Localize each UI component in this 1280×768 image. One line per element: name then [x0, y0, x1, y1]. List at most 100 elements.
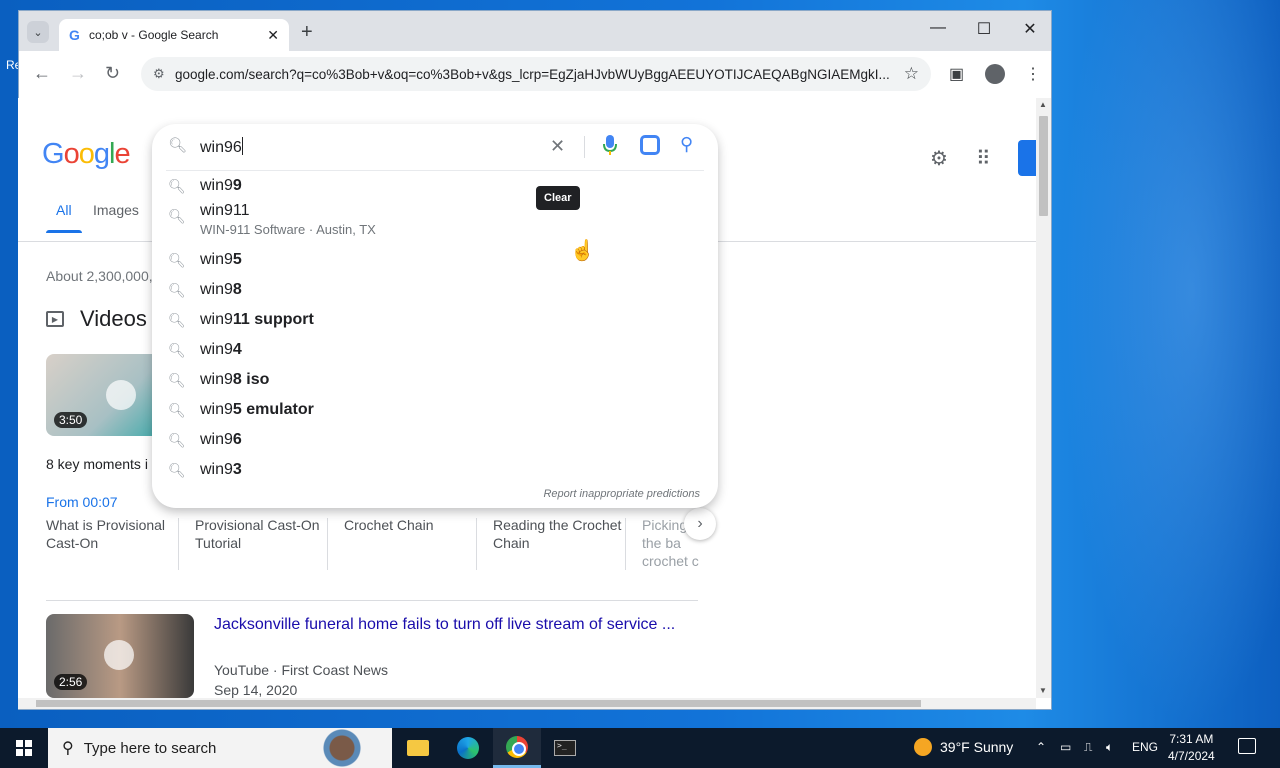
search-icon: 🔍︎: [168, 208, 186, 224]
suggestion-text: win95: [200, 251, 242, 269]
windows-taskbar: ⚲ Type here to search >_ 39°F Sunny ⌃ ▭ …: [0, 728, 1280, 768]
suggestion-item[interactable]: 🔍︎ win95 emulator: [152, 396, 718, 424]
search-icon: 🔍︎: [168, 137, 188, 154]
search-icon: 🔍︎: [168, 432, 186, 448]
video-play-icon: ▶: [46, 311, 64, 327]
videos-heading: Videos: [80, 306, 147, 331]
suggestion-prefix: win9: [200, 371, 233, 388]
suggestion-prefix: win9: [200, 281, 233, 298]
windows-logo-icon: [16, 740, 32, 756]
logo-letter: o: [78, 138, 95, 170]
suggestion-text: win99: [200, 177, 242, 195]
youtube-thumbnail[interactable]: 2:56: [46, 614, 194, 698]
key-moments-label[interactable]: 8 key moments i: [46, 456, 148, 472]
suggestion-text: win94: [200, 341, 242, 359]
suggestion-text: win911 support: [200, 311, 314, 329]
terminal-icon: >_: [554, 740, 576, 756]
suggestion-prefix: win9: [200, 401, 233, 418]
apps-grid-icon[interactable]: ⠿: [976, 146, 991, 171]
suggestion-subtitle: WIN-911 Software · Austin, TX: [200, 222, 376, 237]
suggestion-item[interactable]: 🔍︎ win94: [152, 336, 718, 364]
network-icon[interactable]: ⎍: [1084, 740, 1092, 755]
suggestion-text: win93: [200, 461, 242, 479]
moment-divider: [327, 518, 328, 570]
terminal-button[interactable]: >_: [541, 728, 589, 768]
lens-camera-icon[interactable]: [640, 135, 660, 155]
search-icon: 🔍︎: [168, 282, 186, 298]
chevron-right-icon[interactable]: ›: [684, 508, 716, 540]
scrollbar-thumb[interactable]: [1039, 116, 1048, 216]
search-box[interactable]: 🔍︎ win96 ✕ ⚲: [152, 124, 718, 170]
videos-section-header: ▶ Videos: [46, 306, 147, 332]
key-moment-item[interactable]: Crochet Chain: [344, 516, 484, 534]
search-box-divider: [584, 136, 585, 158]
report-predictions-link[interactable]: Report inappropriate predictions: [543, 488, 700, 500]
search-input[interactable]: win96: [200, 137, 243, 157]
scroll-down-icon[interactable]: ▼: [1039, 686, 1047, 695]
suggestion-prefix: win9: [200, 461, 233, 478]
logo-letter: o: [63, 138, 80, 170]
suggestion-item[interactable]: 🔍︎ win95: [152, 246, 718, 274]
result-date: Sep 14, 2020: [214, 682, 298, 698]
search-highlight-image[interactable]: [318, 728, 378, 768]
suggestion-item[interactable]: 🔍︎ win93: [152, 456, 718, 484]
vertical-scrollbar[interactable]: ▲ ▼: [1036, 98, 1051, 698]
video-thumbnail[interactable]: 3:50: [46, 354, 166, 436]
search-icon: 🔍︎: [168, 462, 186, 478]
suggestion-item[interactable]: 🔍︎ win98 iso: [152, 366, 718, 394]
horizontal-scrollbar[interactable]: [18, 698, 1036, 709]
key-moment-item[interactable]: Reading the Crochet Chain: [493, 516, 633, 552]
suggestion-text: win95 emulator: [200, 401, 314, 419]
tab-all[interactable]: All: [56, 202, 72, 218]
chevron-up-icon[interactable]: ⌃: [1036, 740, 1046, 754]
edge-icon: [457, 737, 479, 759]
suggestion-item[interactable]: 🔍︎ win99: [152, 172, 718, 200]
video-duration: 3:50: [54, 412, 88, 428]
taskbar-search-placeholder: Type here to search: [83, 739, 217, 757]
hand-cursor-icon: ☝: [570, 240, 595, 262]
search-icon: 🔍︎: [168, 312, 186, 328]
start-button[interactable]: [0, 728, 48, 768]
taskbar-search-box[interactable]: ⚲ Type here to search: [48, 728, 392, 768]
language-indicator[interactable]: ENG: [1132, 740, 1158, 754]
suggestion-text: win96: [200, 431, 242, 449]
scrollbar-thumb[interactable]: [36, 700, 921, 707]
chrome-button[interactable]: [493, 728, 541, 768]
scroll-up-icon[interactable]: ▲: [1039, 100, 1047, 109]
result-title-link[interactable]: Jacksonville funeral home fails to turn …: [214, 616, 675, 634]
file-explorer-button[interactable]: [394, 728, 442, 768]
key-moment-item[interactable]: What is Provisional Cast-On: [46, 516, 186, 552]
suggestion-completion: 11 support: [232, 311, 314, 328]
edge-button[interactable]: [444, 728, 492, 768]
sign-in-button[interactable]: [1018, 140, 1036, 176]
timestamp-link[interactable]: From 00:07: [46, 494, 118, 510]
suggestion-text: win98: [200, 281, 242, 299]
search-submit-icon[interactable]: ⚲: [680, 134, 693, 155]
clear-icon[interactable]: ✕: [550, 136, 565, 157]
voice-search-icon[interactable]: [602, 134, 618, 156]
system-clock[interactable]: 7:31 AM 4/7/2024: [1168, 731, 1215, 765]
suggestion-completion: 4: [232, 341, 242, 358]
suggestion-completion: 8 iso: [232, 371, 270, 388]
google-logo[interactable]: Google: [42, 138, 131, 171]
moment-divider: [476, 518, 477, 570]
settings-gear-icon[interactable]: ⚙: [930, 146, 948, 171]
suggestion-completion: 9: [232, 177, 242, 194]
suggestion-item[interactable]: 🔍︎ win911 WIN-911 Software · Austin, TX: [152, 202, 718, 242]
logo-letter: e: [114, 138, 130, 170]
tab-images[interactable]: Images: [93, 202, 139, 218]
active-tab-underline: [46, 230, 82, 233]
suggestion-text: win98 iso: [200, 371, 269, 389]
meet-now-icon[interactable]: ▭: [1060, 740, 1071, 754]
notification-center-icon[interactable]: [1238, 738, 1256, 754]
weather-widget[interactable]: 39°F Sunny: [914, 738, 1013, 756]
suggestion-item[interactable]: 🔍︎ win98: [152, 276, 718, 304]
weather-text: 39°F Sunny: [940, 739, 1014, 755]
key-moment-item[interactable]: Provisional Cast-On Tutorial: [195, 516, 335, 552]
moment-divider: [178, 518, 179, 570]
suggestion-text: win911: [200, 202, 250, 220]
suggestion-item[interactable]: 🔍︎ win96: [152, 426, 718, 454]
search-query-text: win96: [200, 139, 242, 156]
volume-muted-icon[interactable]: 🔈︎: [1106, 740, 1113, 755]
suggestion-item[interactable]: 🔍︎ win911 support: [152, 306, 718, 334]
